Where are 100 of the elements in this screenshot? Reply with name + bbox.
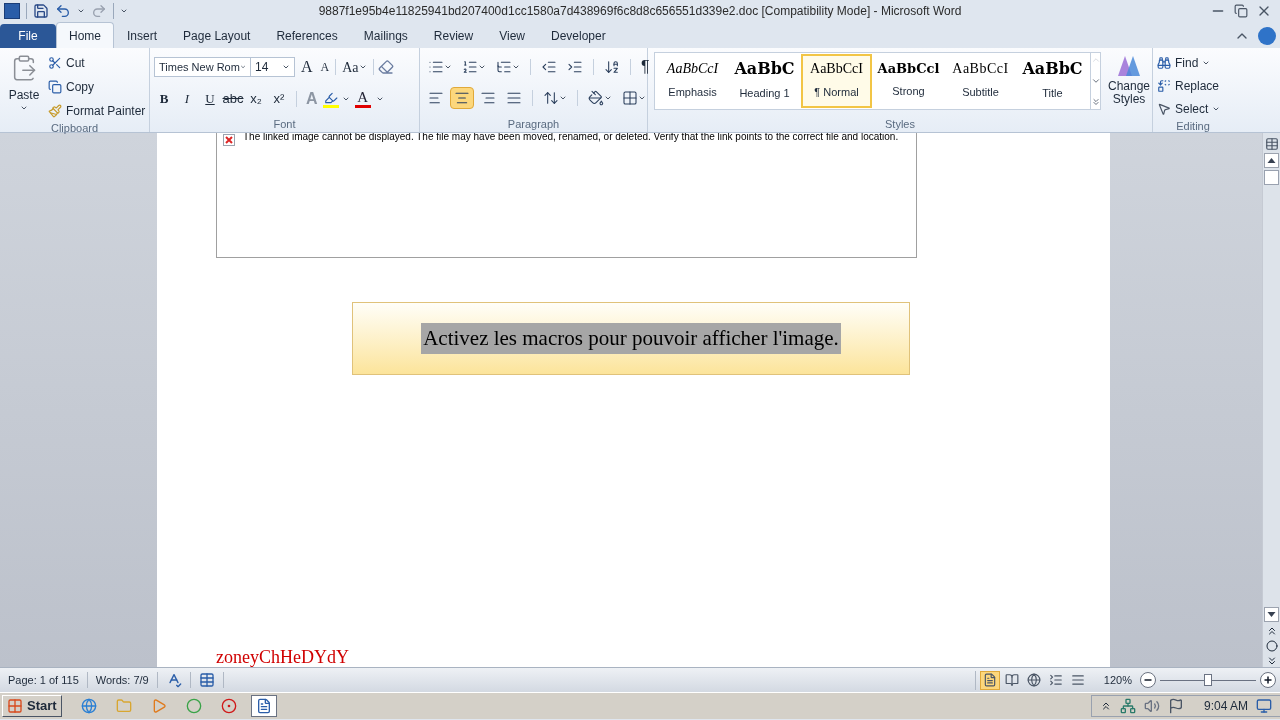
caret-icon	[20, 104, 28, 112]
replace-button[interactable]: Replace	[1157, 77, 1221, 95]
caret-icon	[444, 63, 452, 71]
volume-icon[interactable]	[1143, 698, 1160, 714]
style-item[interactable]: AaBbC Heading 1	[729, 54, 800, 108]
outline-icon	[1048, 673, 1063, 687]
network-icon[interactable]	[1119, 698, 1136, 714]
folder-icon	[115, 698, 132, 714]
ribbon-tab[interactable]: Developer	[537, 24, 619, 48]
grow-font-button[interactable]: A	[299, 55, 315, 79]
page-icon	[982, 673, 997, 687]
browse-object-icon[interactable]	[1265, 640, 1278, 652]
save-icon[interactable]	[33, 3, 49, 19]
up-down-arrow-icon	[543, 90, 559, 106]
format-button[interactable]: U	[200, 89, 220, 109]
flag-icon[interactable]	[1167, 698, 1184, 714]
zoom-out-button[interactable]	[1140, 672, 1156, 688]
clock: 9:04 AM	[1203, 698, 1248, 715]
ribbon-tab[interactable]: Page Layout	[170, 24, 264, 48]
find-button[interactable]: Find	[1157, 54, 1221, 72]
undo-icon[interactable]	[55, 3, 71, 19]
globe-icon	[1026, 673, 1041, 687]
select-button[interactable]: Select	[1157, 100, 1221, 118]
ribbon-tab[interactable]: Home	[56, 22, 114, 48]
caret-icon	[638, 94, 646, 102]
caret-icon	[282, 63, 290, 71]
show-desktop-icon[interactable]	[1256, 698, 1272, 714]
scissors-icon	[48, 56, 62, 70]
format-button[interactable]: x₂	[246, 89, 266, 109]
view-button[interactable]	[979, 670, 1000, 690]
zoom-thumb[interactable]	[1204, 674, 1212, 686]
ribbon-tab[interactable]: View	[486, 24, 538, 48]
caret-icon	[478, 63, 486, 71]
font-size-field[interactable]: 14	[251, 57, 295, 77]
format-painter-button[interactable]: Format Painter	[48, 102, 146, 120]
globe-icon	[80, 698, 97, 714]
copy-icon	[48, 80, 62, 94]
numbered-list-icon	[462, 59, 478, 75]
format-button[interactable]: abc	[223, 89, 243, 109]
page-count: Page: 1 of 115	[0, 671, 88, 689]
format-button[interactable]: x²	[269, 89, 289, 109]
document-text: zoneyChHeDYdY	[216, 647, 349, 667]
style-item[interactable]: AaBbCcI ¶ Normal	[801, 54, 872, 108]
eraser-icon[interactable]	[377, 59, 394, 75]
align-button[interactable]	[450, 87, 474, 109]
taskbar-app[interactable]	[250, 695, 277, 717]
paste-button[interactable]: Paste	[4, 52, 44, 120]
group-label: Styles	[885, 116, 915, 132]
style-item[interactable]: AaBbCcl Strong	[873, 54, 944, 108]
caret-icon	[341, 95, 350, 103]
group-label: Editing	[1176, 118, 1210, 134]
scroll-thumb[interactable]	[1264, 170, 1279, 185]
table-icon[interactable]	[198, 672, 215, 688]
format-button[interactable]: B	[154, 89, 174, 109]
caret-icon	[604, 94, 612, 102]
caret-icon	[120, 7, 128, 15]
document-icon	[255, 698, 272, 714]
style-item[interactable]: AaBbCcI Subtitle	[945, 54, 1016, 108]
binoculars-icon	[1157, 56, 1171, 70]
caret-icon	[512, 63, 520, 71]
caret-icon	[559, 94, 567, 102]
window-title: 9887f1e95b4e11825941bd207400d1cc1580a7d438969f6c8d8c656551d339e2.doc [Compatibility Mode] - Microsoft Word	[318, 4, 962, 18]
style-item[interactable]: AaBbC Title	[1017, 54, 1088, 108]
help-icon[interactable]	[1258, 27, 1276, 45]
ribbon-tab[interactable]: Review	[420, 24, 487, 48]
zoom-level: 120%	[1102, 672, 1133, 688]
ribbon-tab[interactable]: File	[0, 24, 56, 48]
grid-icon	[622, 90, 638, 106]
caret-icon	[1212, 105, 1221, 113]
caret-icon	[1202, 59, 1211, 67]
start-button[interactable]: Start	[2, 695, 62, 717]
scroll-down-button[interactable]	[1264, 607, 1279, 622]
scroll-up-button[interactable]	[1264, 153, 1279, 168]
zoom-in-button[interactable]	[1260, 672, 1276, 688]
circle-icon	[185, 698, 202, 714]
banner-text: Activez les macros pour pouvoir afficher l'image.	[421, 322, 841, 355]
restore-icon[interactable]	[1234, 4, 1248, 18]
ribbon-tab[interactable]: References	[263, 24, 351, 48]
cut-button[interactable]: Cut	[48, 54, 146, 72]
copy-button[interactable]: Copy	[48, 78, 146, 96]
ribbon-tab[interactable]: Insert	[114, 24, 171, 48]
font-color-button[interactable]: A	[352, 90, 373, 108]
shrink-font-button[interactable]: A	[318, 58, 332, 76]
zoom-slider[interactable]	[1160, 672, 1256, 688]
replace-icon	[1157, 79, 1171, 93]
change-styles-button[interactable]: Change Styles	[1105, 52, 1153, 106]
style-item[interactable]: AaBbCcI Emphasis	[657, 54, 728, 108]
highlighter-icon[interactable]	[322, 90, 339, 108]
group-label: Paragraph	[507, 116, 560, 132]
show-marks-button[interactable]: ¶	[637, 55, 654, 79]
font-family-field[interactable]: Times New Rom	[154, 57, 251, 77]
gallery-down-icon[interactable]	[1091, 76, 1101, 86]
circle-icon	[220, 698, 237, 714]
format-button[interactable]: I	[177, 89, 197, 109]
caret-icon	[77, 7, 85, 15]
lines-icon	[1070, 673, 1085, 687]
change-case-button[interactable]: Aa	[340, 56, 369, 78]
tree-list-icon	[496, 59, 512, 75]
ribbon-tab[interactable]: Mailings	[350, 24, 421, 48]
indent-icon	[567, 59, 583, 75]
